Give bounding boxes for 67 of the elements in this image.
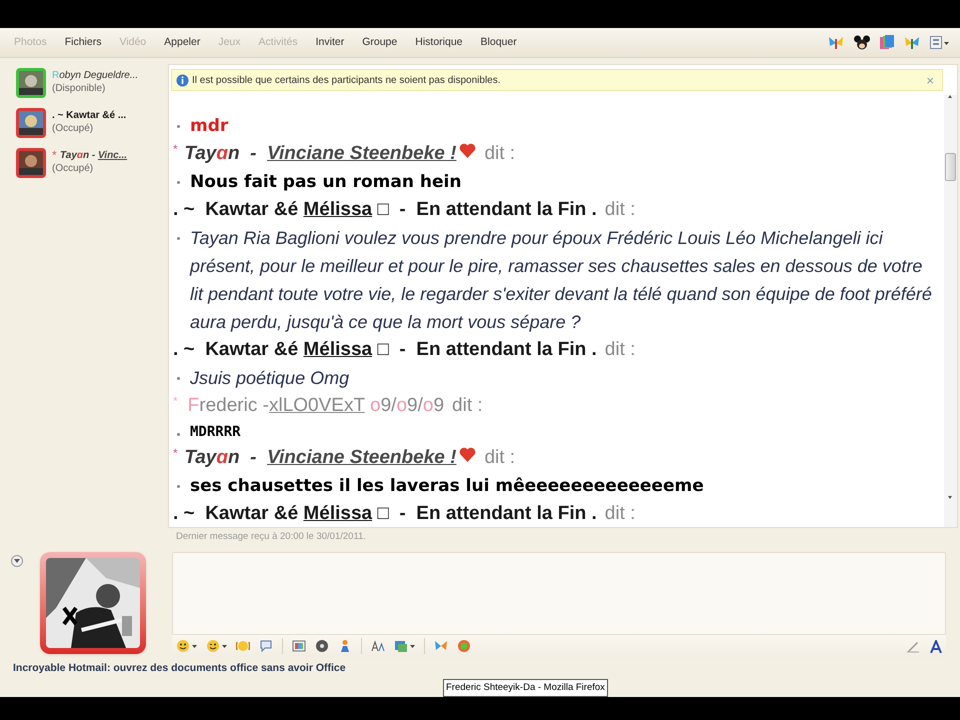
butterfly-icon[interactable]	[828, 36, 844, 50]
sender-name: * Tayɑn - Vinciane Steenbeke !	[173, 140, 456, 166]
sender-name: * Tayɑn - Vinciane Steenbeke !	[173, 444, 456, 470]
said-label: dit :	[452, 394, 483, 418]
menu-item[interactable]: Groupe	[356, 34, 404, 50]
image-icon	[292, 639, 306, 654]
info-icon	[176, 74, 189, 86]
mouse-head-icon[interactable]	[854, 35, 870, 50]
butterfly-icon[interactable]	[904, 36, 920, 50]
said-label: dit :	[604, 502, 636, 526]
caret-icon	[192, 644, 197, 648]
tooltip: Frederic Shteeyik-Da - Mozilla Firefox	[443, 679, 608, 698]
menu-item[interactable]: Historique	[409, 34, 469, 50]
caret-icon	[222, 644, 227, 648]
letter-a-icon	[930, 640, 942, 653]
avatar-frame[interactable]	[16, 68, 46, 98]
sender-name: . ~ Kawtar &é Mélissa □ - En attendant la Fin .	[173, 198, 597, 222]
caret-icon	[410, 644, 415, 648]
figure-icon	[338, 639, 352, 654]
smiley-icon	[176, 639, 190, 654]
notification-text: Il est possible que certains des participants ne soient pas disponibles.	[192, 74, 501, 88]
wink-icon	[206, 639, 220, 654]
avatar-frame[interactable]	[16, 108, 46, 138]
sender-name: * Frederic -xlLO0VExT o9/o9/o9	[173, 392, 444, 418]
said-label: dit :	[484, 142, 516, 166]
pen-button[interactable]	[906, 639, 920, 654]
menu-item[interactable]: Appeler	[158, 34, 206, 50]
chat-message: Tayan Ria Baglioni voulez vous prendre pour époux Frédéric Louis Léo Michelangeli ici présent, pour le meilleur et pour le pire, ramasser ses chausettes sales en dessous de votre lit pendant toute votre vie, le regarder s'exiter devant la télé quand son équipe de foot préféré aura perdu, jusqu'à ce que la mort vous sépare ?	[190, 227, 933, 334]
contact-name[interactable]: . ~ Kawtar &é ...	[52, 109, 126, 122]
sender-name: . ~ Kawtar &é Mélissa □ - En attendant la Fin .	[173, 502, 597, 526]
pen-icon	[906, 639, 920, 654]
contact-name[interactable]: Robyn Degueldre...	[52, 69, 138, 82]
expand-button[interactable]	[11, 555, 23, 567]
bullet-icon	[177, 377, 180, 380]
menu-item[interactable]: Bloquer	[474, 34, 523, 50]
sender-name: . ~ Kawtar &é Mélissa □ - En attendant la Fin .	[173, 338, 597, 362]
chat-message: mdr	[190, 115, 228, 138]
contact-status: (Disponible)	[52, 82, 106, 95]
chat-message: Nous fait pas un roman hein	[190, 171, 462, 194]
font-size-icon	[371, 639, 385, 654]
caret-icon	[14, 559, 20, 563]
contact-name[interactable]: * Tayɑn - Vinc...	[52, 149, 128, 162]
speech-bubble-icon	[259, 639, 273, 654]
chat-message: ses chausettes il les laveras lui mêeeeeeeeeeeeeeme	[190, 475, 704, 498]
footer-link[interactable]: Incroyable Hotmail: ouvrez des documents office sans avoir Office	[13, 661, 346, 677]
bullet-icon	[177, 433, 180, 436]
menu-item[interactable]: Inviter	[310, 34, 350, 50]
windows-icon	[394, 639, 408, 654]
bullet-icon	[177, 125, 180, 128]
contact-status: (Occupé)	[52, 122, 94, 135]
scrollbar[interactable]	[944, 95, 957, 527]
said-label: dit :	[604, 198, 636, 222]
bullet-icon	[177, 237, 180, 240]
chat-message: MDRRRR	[190, 423, 241, 442]
menu-item[interactable]: Fichiers	[58, 34, 108, 50]
bullet-icon	[177, 181, 180, 184]
bullet-icon	[177, 485, 180, 488]
contact-status: (Occupé)	[52, 162, 94, 175]
layout-icon[interactable]	[930, 36, 950, 50]
disc-icon	[315, 639, 329, 654]
last-message-info: Dernier message reçu à 20:00 le 30/01/2011.	[176, 530, 366, 544]
avatar-frame[interactable]	[40, 552, 146, 654]
chat-message: Jsuis poétique Omg	[190, 367, 350, 390]
said-label: dit :	[604, 338, 636, 362]
font-button[interactable]	[930, 640, 942, 653]
message-input[interactable]	[172, 552, 946, 635]
said-label: dit :	[484, 446, 516, 470]
